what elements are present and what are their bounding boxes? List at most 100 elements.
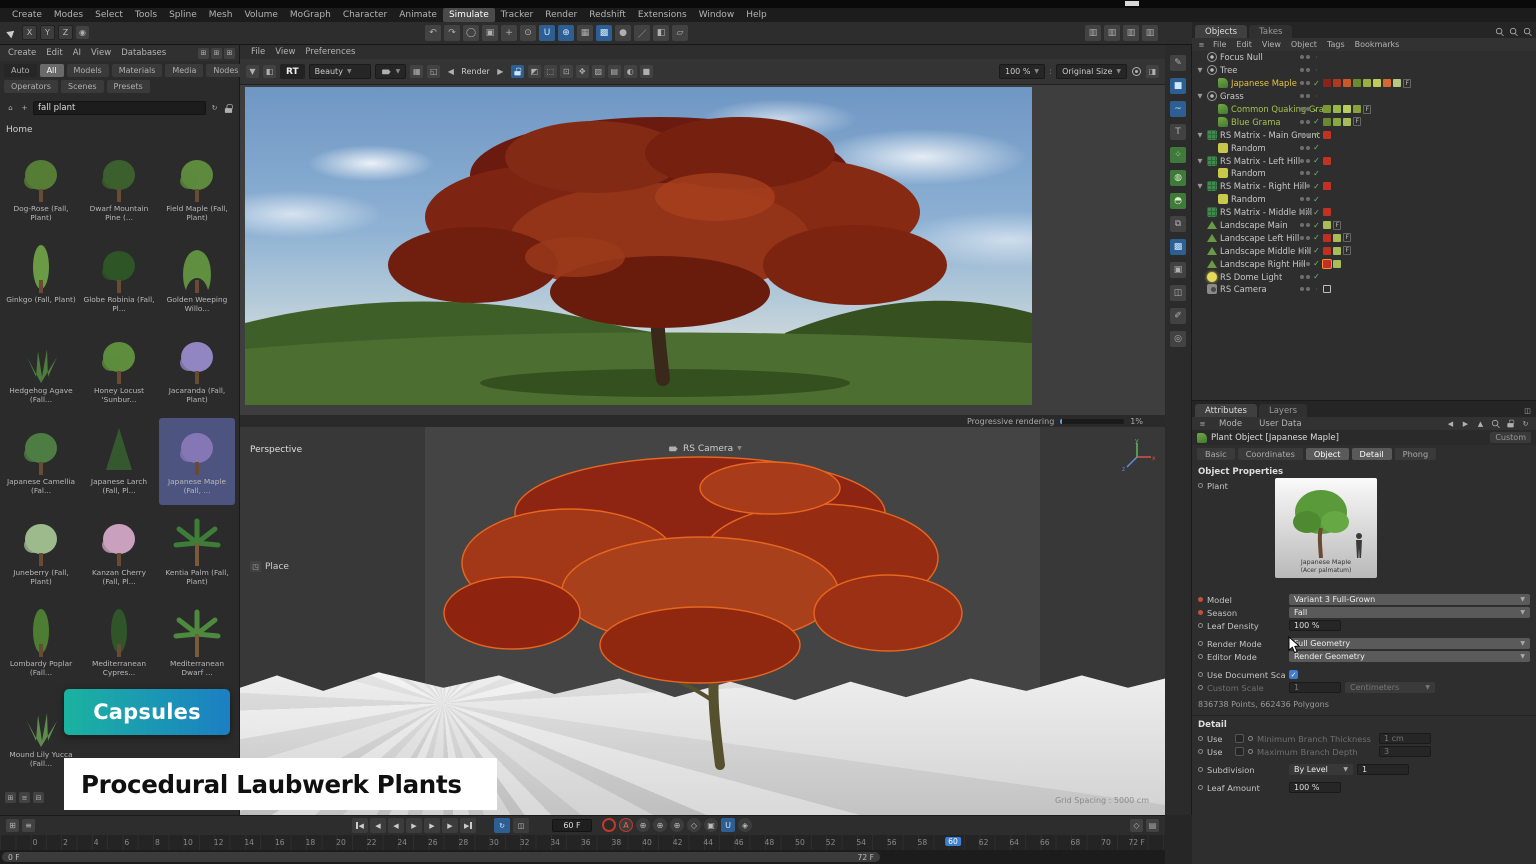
- frame-tick-20[interactable]: 20: [336, 838, 346, 847]
- jump-start-button[interactable]: ◀: [352, 818, 368, 833]
- camera-dropdown[interactable]: ▼: [375, 64, 407, 79]
- enabled-check-icon[interactable]: ✓: [1312, 143, 1321, 152]
- render-visibility-dot[interactable]: [1306, 68, 1310, 72]
- list-view-icon[interactable]: ⊞: [211, 48, 222, 59]
- mograph-cloner-icon[interactable]: ⁘: [1170, 147, 1186, 163]
- menu-animate[interactable]: Animate: [393, 8, 443, 22]
- quantize-icon[interactable]: ▩: [596, 25, 612, 41]
- menu-extensions[interactable]: Extensions: [632, 8, 693, 22]
- material-chip[interactable]: [1353, 79, 1361, 87]
- frame-tick-32[interactable]: 32: [520, 838, 530, 847]
- redshift-material-chip[interactable]: [1323, 208, 1331, 216]
- frame-tick-52[interactable]: 52: [826, 838, 836, 847]
- enabled-check-icon[interactable]: ✓: [1312, 169, 1321, 178]
- enabled-check-icon[interactable]: ✓: [1312, 221, 1321, 230]
- axis-lock-y[interactable]: Y: [40, 25, 55, 40]
- editor-visibility-dot[interactable]: [1300, 184, 1304, 188]
- menu-redshift[interactable]: Redshift: [583, 8, 632, 22]
- frame-tick-42[interactable]: 42: [673, 838, 683, 847]
- object-row-landscape-middle-hill[interactable]: Landscape Middle Hill ✓ F: [1192, 244, 1536, 257]
- custom-scale-unit-dropdown[interactable]: Centimeters▼: [1345, 682, 1435, 693]
- menu-tracker[interactable]: Tracker: [495, 8, 539, 22]
- material-chip[interactable]: [1343, 118, 1351, 126]
- anim-marker[interactable]: [1198, 483, 1203, 488]
- asset-japanese-camellia-fal[interactable]: Japanese Camellia (Fal...: [3, 418, 79, 505]
- om-menu-bookmarks[interactable]: Bookmarks: [1351, 38, 1404, 52]
- anim-marker[interactable]: [1198, 623, 1203, 628]
- render-visibility-dot[interactable]: [1306, 210, 1310, 214]
- object-row-rs-matrix-main-ground[interactable]: ▼ RS Matrix - Main Ground ✓: [1192, 128, 1536, 141]
- parameter-key-icon[interactable]: ◇: [687, 818, 701, 832]
- tag-badge[interactable]: F: [1403, 79, 1411, 88]
- fields-icon[interactable]: ◍: [1170, 170, 1186, 186]
- expand-arrow-icon[interactable]: ▼: [1196, 157, 1204, 165]
- frame-tick-22[interactable]: 22: [367, 838, 377, 847]
- tab-layers[interactable]: Layers: [1259, 404, 1307, 417]
- ab-menu-databases[interactable]: Databases: [117, 46, 170, 60]
- frame-tick-72[interactable]: 72 F: [1128, 838, 1144, 847]
- play-button[interactable]: ▶: [406, 818, 422, 833]
- loop-icon[interactable]: ↻: [494, 818, 510, 833]
- sort-icon[interactable]: ⊟: [33, 792, 44, 803]
- attr-tab-coordinates[interactable]: Coordinates: [1238, 448, 1303, 460]
- render-visibility-dot[interactable]: [1306, 120, 1310, 124]
- menu-mesh[interactable]: Mesh: [203, 8, 239, 22]
- grid-view-icon[interactable]: ⊞: [5, 792, 16, 803]
- play-mode-icon[interactable]: ◫: [513, 818, 529, 833]
- editor-visibility-dot[interactable]: [1300, 68, 1304, 72]
- anim-marker[interactable]: [1198, 672, 1203, 677]
- enabled-check-icon[interactable]: ✓: [1312, 156, 1321, 165]
- rv-menu-view[interactable]: View: [270, 45, 300, 59]
- dopesheet-icon[interactable]: ▤: [1146, 819, 1159, 832]
- asset-jacaranda-fall-plant[interactable]: Jacaranda (Fall, Plant): [159, 327, 235, 414]
- record-icon[interactable]: [602, 818, 616, 832]
- axis-lock-z[interactable]: Z: [58, 25, 73, 40]
- frame-tick-40[interactable]: 40: [642, 838, 652, 847]
- frame-tick-68[interactable]: 68: [1071, 838, 1081, 847]
- menu-select[interactable]: Select: [89, 8, 129, 22]
- frame-tick-6[interactable]: 6: [124, 838, 129, 847]
- menu-mograph[interactable]: MoGraph: [284, 8, 337, 22]
- view-label[interactable]: Perspective: [250, 445, 302, 455]
- ab-menu-edit[interactable]: Edit: [42, 46, 66, 60]
- render-visibility-dot[interactable]: [1306, 171, 1310, 175]
- tag-badge[interactable]: F: [1343, 246, 1351, 255]
- render-visibility-dot[interactable]: [1306, 287, 1310, 291]
- asset-hedgehog-agave-fall[interactable]: Hedgehog Agave (Fall...: [3, 327, 79, 414]
- object-row-random[interactable]: Random ✓: [1192, 141, 1536, 154]
- pass-dropdown[interactable]: Beauty ▼: [309, 64, 371, 79]
- asset-kanzan-cherry-fall-pl[interactable]: Kanzan Cherry (Fall, Pl...: [81, 509, 157, 596]
- render-mode-dropdown[interactable]: Full Geometry▼: [1289, 638, 1530, 649]
- render-visibility-dot[interactable]: [1306, 184, 1310, 188]
- material-chip[interactable]: [1323, 247, 1331, 255]
- constraint-icon[interactable]: ⧉: [1170, 216, 1186, 232]
- spline-pen-icon[interactable]: ~: [1170, 101, 1186, 117]
- render-visibility-dot[interactable]: [1306, 249, 1310, 253]
- editor-visibility-dot[interactable]: [1300, 146, 1304, 150]
- undo-icon[interactable]: ↶: [425, 25, 441, 41]
- project-settings-icon[interactable]: ⊙: [520, 25, 536, 41]
- mode-menu[interactable]: Mode: [1213, 417, 1248, 431]
- world-coordinate-icon[interactable]: ◉: [76, 26, 89, 39]
- coordinate-system-icon[interactable]: +: [501, 25, 517, 41]
- material-chip[interactable]: [1323, 260, 1331, 268]
- search-icon[interactable]: [1491, 419, 1500, 428]
- frame-tick-28[interactable]: 28: [459, 838, 469, 847]
- jump-end-button[interactable]: ▶: [460, 818, 476, 833]
- detail-view-icon[interactable]: ⊞: [224, 48, 235, 59]
- render-visibility-dot[interactable]: [1306, 94, 1310, 98]
- object-row-random[interactable]: Random ✓: [1192, 193, 1536, 206]
- frame-tick-64[interactable]: 64: [1009, 838, 1019, 847]
- render-visibility-dot[interactable]: [1306, 146, 1310, 150]
- timeline-options-icon[interactable]: ≡: [22, 819, 35, 832]
- enabled-check-icon[interactable]: ✓: [1312, 246, 1321, 255]
- object-row-grass[interactable]: ▼ Grass ·: [1192, 90, 1536, 103]
- perspective-viewport[interactable]: Perspective RS Camera ▼ ◳ Place x y z Gr…: [240, 427, 1165, 815]
- frame-tick-50[interactable]: 50: [795, 838, 805, 847]
- anim-marker[interactable]: [1198, 597, 1203, 602]
- tab-objects[interactable]: Objects: [1195, 25, 1247, 38]
- ab-menu-create[interactable]: Create: [4, 46, 40, 60]
- object-row-rs-dome-light[interactable]: RS Dome Light ✓: [1192, 270, 1536, 283]
- material-chip[interactable]: [1383, 79, 1391, 87]
- menu-volume[interactable]: Volume: [238, 8, 283, 22]
